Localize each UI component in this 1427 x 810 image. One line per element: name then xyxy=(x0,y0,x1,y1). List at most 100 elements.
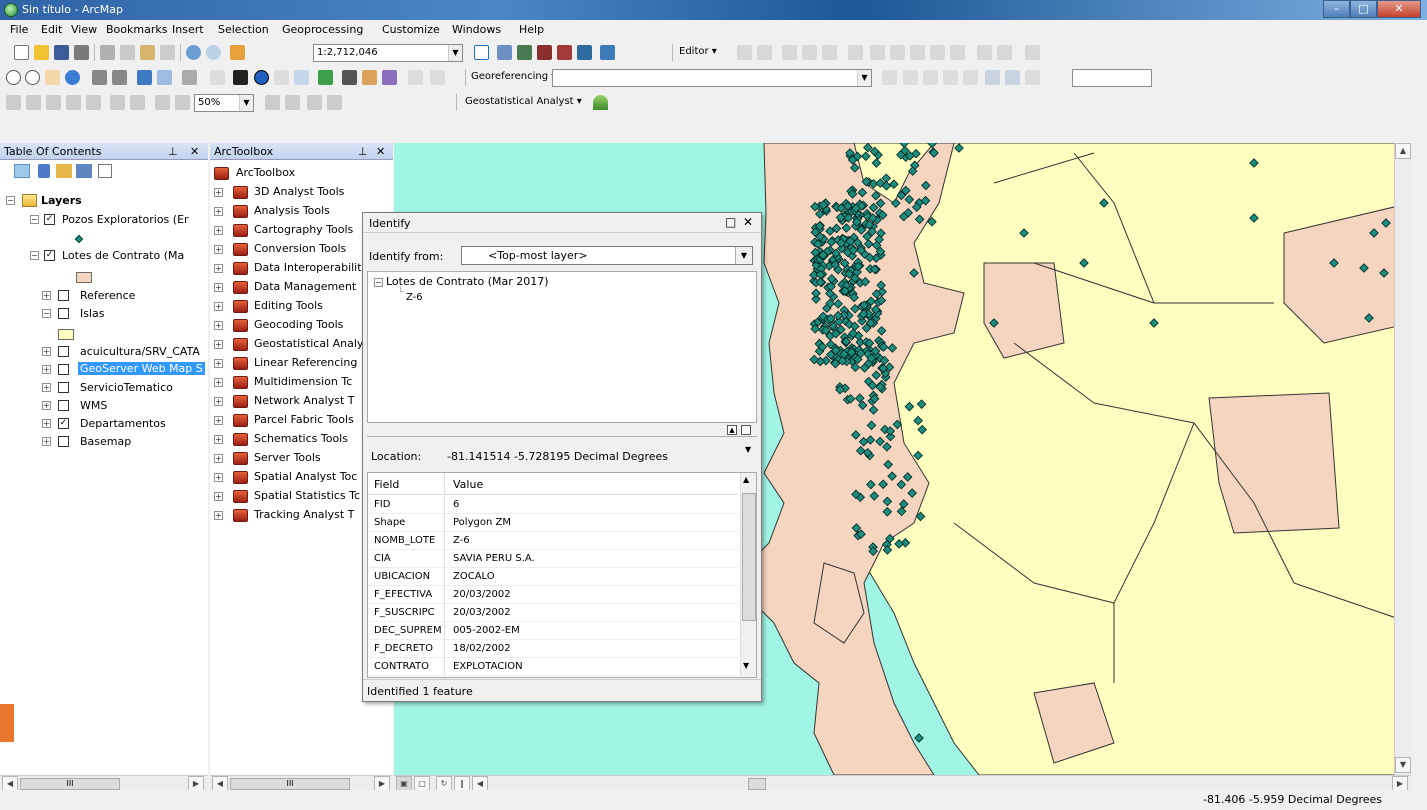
tree-layer-node[interactable]: Lotes de Contrato (Mar 2017) xyxy=(386,275,549,288)
expand-icon[interactable]: + xyxy=(214,492,223,501)
expand-icon[interactable]: + xyxy=(214,397,223,406)
chevron-down-icon[interactable]: ▼ xyxy=(735,247,752,264)
expand-icon[interactable]: + xyxy=(42,383,51,392)
chevron-down-icon[interactable]: ▼ xyxy=(239,95,253,111)
expand-icon[interactable]: + xyxy=(42,401,51,410)
clear-selection-icon[interactable] xyxy=(210,70,225,85)
chevron-down-icon[interactable]: ▼ xyxy=(857,70,871,86)
measure-icon[interactable] xyxy=(318,70,333,85)
toc-options-icon[interactable] xyxy=(98,164,112,178)
expand-icon[interactable]: + xyxy=(214,511,223,520)
attribute-row[interactable]: DEC_SUPREM 005-2002-EM xyxy=(368,622,738,640)
straight-segment-icon[interactable] xyxy=(782,45,797,60)
go-to-xy-icon[interactable] xyxy=(382,70,397,85)
zoom-100-icon[interactable] xyxy=(86,95,101,110)
scroll-thumb[interactable] xyxy=(748,778,766,790)
expand-icon[interactable]: + xyxy=(214,283,223,292)
toc-layer-geoserver[interactable]: + GeoServer Web Map S xyxy=(42,362,208,380)
expand-icon[interactable]: + xyxy=(214,340,223,349)
sketch-properties-icon[interactable] xyxy=(997,45,1012,60)
reshape-icon[interactable] xyxy=(890,45,905,60)
collapse-icon[interactable]: − xyxy=(30,215,39,224)
layout-zoom-in-icon[interactable] xyxy=(6,95,21,110)
toc-layer-acuicultura[interactable]: + acuicultura/SRV_CATA xyxy=(42,344,208,362)
expand-icon[interactable]: + xyxy=(214,435,223,444)
georef-layer-combo[interactable]: ▼ xyxy=(552,69,872,87)
layer-visibility-checkbox[interactable] xyxy=(58,346,69,357)
attribute-row[interactable]: Shape Polygon ZM xyxy=(368,514,738,532)
forward-layout-icon[interactable] xyxy=(175,95,190,110)
view-link-table-icon[interactable] xyxy=(985,70,1000,85)
chevron-down-icon[interactable]: ▼ xyxy=(448,45,462,61)
time-slider-icon[interactable] xyxy=(408,70,423,85)
change-layout-icon[interactable] xyxy=(307,95,322,110)
select-elements-icon[interactable] xyxy=(233,70,248,85)
toolbox-icon[interactable] xyxy=(537,45,552,60)
model-builder-icon[interactable] xyxy=(600,45,615,60)
menu-windows[interactable]: Windows xyxy=(452,23,501,36)
zoom-in-icon[interactable] xyxy=(6,70,21,85)
expand-icon[interactable]: + xyxy=(214,245,223,254)
arctoolbox-icon[interactable] xyxy=(557,45,572,60)
toggle-draft-icon[interactable] xyxy=(265,95,280,110)
toc-layer-serviciotematico[interactable]: + ServicioTematico xyxy=(42,380,208,398)
table-icon[interactable] xyxy=(497,45,512,60)
find-icon[interactable] xyxy=(342,70,357,85)
expand-icon[interactable]: + xyxy=(214,359,223,368)
rotate-raster-icon[interactable] xyxy=(1025,70,1040,85)
data-driven-pages-icon[interactable] xyxy=(327,95,342,110)
scroll-down-icon[interactable]: ▼ xyxy=(1395,757,1411,773)
layer-visibility-checkbox[interactable] xyxy=(58,382,69,393)
point-icon[interactable] xyxy=(848,45,863,60)
collapse-icon[interactable]: − xyxy=(374,278,383,287)
attribute-row[interactable]: NOMB_LOTE Z-6 xyxy=(368,532,738,550)
print-icon[interactable] xyxy=(74,45,89,60)
toggle-pane-icon[interactable] xyxy=(741,425,751,435)
expand-icon[interactable]: + xyxy=(42,365,51,374)
attribute-row[interactable]: UBICACION ZOCALO xyxy=(368,568,738,586)
arctoolbox-root[interactable]: ArcToolbox xyxy=(214,165,392,183)
identify-from-select[interactable]: <Top-most layer> ▼ xyxy=(461,246,753,265)
zoom-out-icon[interactable] xyxy=(25,70,40,85)
layout-zoom-out-icon[interactable] xyxy=(26,95,41,110)
menu-insert[interactable]: Insert xyxy=(172,23,204,36)
chevron-down-icon[interactable]: ▼ xyxy=(745,445,751,454)
minimize-button[interactable]: – xyxy=(1323,0,1350,18)
collapse-icon[interactable]: − xyxy=(6,196,15,205)
add-data-icon[interactable] xyxy=(230,45,245,60)
georeferencing-menu[interactable]: Georeferencing ▾ xyxy=(471,71,556,82)
expand-icon[interactable]: + xyxy=(214,416,223,425)
list-by-source-icon[interactable] xyxy=(38,164,50,178)
layout-zoom-combo[interactable]: 50% ▼ xyxy=(194,94,254,112)
menu-help[interactable]: Help xyxy=(519,23,544,36)
list-by-drawing-order-icon[interactable] xyxy=(14,164,30,178)
collapse-icon[interactable]: − xyxy=(30,251,39,260)
expand-icon[interactable]: + xyxy=(214,226,223,235)
expand-icon[interactable]: + xyxy=(214,321,223,330)
layer-visibility-checkbox[interactable] xyxy=(58,308,69,319)
toc-layer-lotes[interactable]: − ✓ Lotes de Contrato (Ma xyxy=(30,248,208,266)
open-icon[interactable] xyxy=(34,45,49,60)
layer-visibility-checkbox[interactable]: ✓ xyxy=(58,418,69,429)
toc-root[interactable]: − Layers xyxy=(6,193,206,211)
layer-visibility-checkbox[interactable]: ✓ xyxy=(44,214,55,225)
attributes-icon[interactable] xyxy=(977,45,992,60)
layout-pan-icon[interactable] xyxy=(46,95,61,110)
expand-icon[interactable]: + xyxy=(42,347,51,356)
attribute-row[interactable]: F_SUSCRIPC 20/03/2002 xyxy=(368,604,738,622)
find-route-icon[interactable] xyxy=(362,70,377,85)
menu-customize[interactable]: Customize xyxy=(382,23,440,36)
pin-icon[interactable]: ⊥ xyxy=(358,145,368,158)
paste-icon[interactable] xyxy=(140,45,155,60)
identify-close-icon[interactable]: ✕ xyxy=(743,215,753,229)
menu-bookmarks[interactable]: Bookmarks xyxy=(106,23,167,36)
tree-feature-node[interactable]: Z-6 xyxy=(406,292,423,303)
expand-icon[interactable]: + xyxy=(214,378,223,387)
menu-edit[interactable]: Edit xyxy=(41,23,62,36)
redo-icon[interactable] xyxy=(206,45,221,60)
identify-icon[interactable] xyxy=(254,70,269,85)
scroll-thumb[interactable] xyxy=(742,493,756,621)
split-icon[interactable] xyxy=(930,45,945,60)
toolbox-item[interactable]: +3D Analyst Tools xyxy=(214,184,392,202)
edit-annotation-icon[interactable] xyxy=(757,45,772,60)
